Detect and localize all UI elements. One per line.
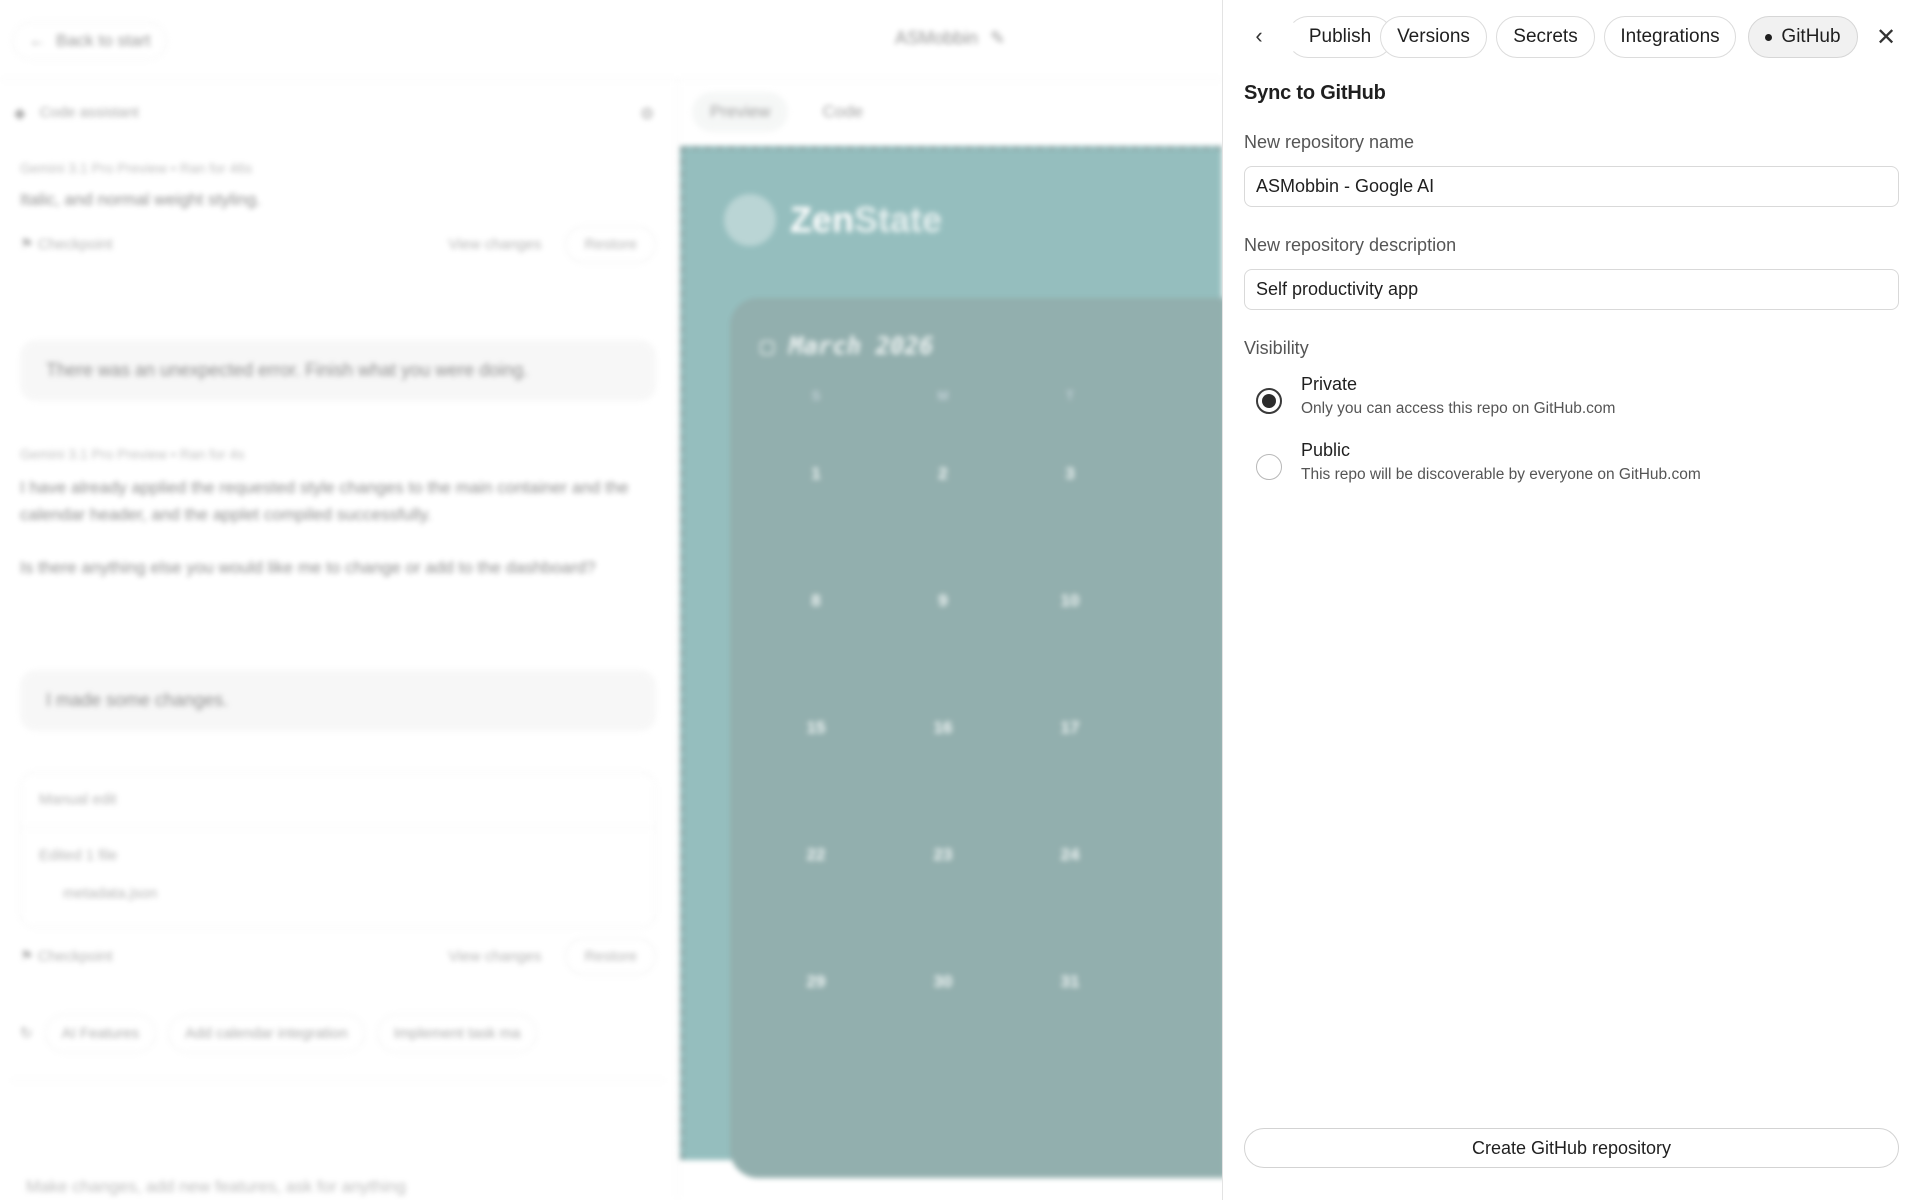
tab-code[interactable]: Code <box>804 92 881 132</box>
tab-integrations[interactable]: Integrations <box>1604 16 1736 58</box>
calendar-month: ▢ March 2026 <box>760 332 934 360</box>
tab-preview[interactable]: Preview <box>692 92 789 132</box>
settings-icon[interactable]: ⚙ <box>640 104 654 124</box>
flag-icon: ⚑ <box>20 236 38 253</box>
weekday-label: S <box>811 388 821 403</box>
assistant-message: Is there anything else you would like me… <box>20 558 596 577</box>
calendar-day[interactable]: 29 <box>796 972 836 992</box>
preview-tabs: Preview Code <box>692 92 881 132</box>
repo-description-label: New repository description <box>1244 235 1457 255</box>
calendar-day[interactable]: 8 <box>796 591 836 611</box>
close-icon[interactable]: ✕ <box>1873 24 1899 51</box>
divider <box>21 827 655 828</box>
calendar-day[interactable]: 1 <box>796 464 836 484</box>
calendar-day[interactable]: 10 <box>1050 591 1090 611</box>
option-title: Public <box>1301 440 1351 460</box>
panel-tab-bar: ‹ Publish Versions Secrets Integrations … <box>1223 16 1920 58</box>
weekday-label: M <box>937 388 949 403</box>
github-sync-panel: ‹ Publish Versions Secrets Integrations … <box>1222 0 1920 1200</box>
active-dot-icon <box>1765 33 1773 41</box>
restore-button[interactable]: Restore <box>565 937 656 975</box>
repo-description-input[interactable] <box>1244 269 1899 310</box>
calendar-day[interactable]: 2 <box>923 464 963 484</box>
option-description: Only you can access this repo on GitHub.… <box>1301 400 1616 417</box>
repo-name-input[interactable] <box>1244 166 1899 207</box>
calendar-day[interactable]: 3 <box>1050 464 1090 484</box>
logo-icon <box>724 194 776 246</box>
app-logo: ZenState <box>724 194 942 246</box>
pencil-icon[interactable]: ✎ <box>990 28 1005 49</box>
top-bar: ← Back to start ASMobbin ✎ <box>0 0 1222 80</box>
composer-placeholder: Make changes, add new features, ask for … <box>26 1177 406 1196</box>
sparkle-icon: ◆ <box>14 105 26 122</box>
checkpoint-row: ⚑ Checkpoint View changes Restore <box>20 224 656 264</box>
arrow-left-icon: ← <box>29 31 46 50</box>
message-meta: Gemini 3.1 Pro Preview • Ran for 46s <box>20 160 253 176</box>
suggestion-chips: ↻ AI Features Add calendar integration I… <box>20 1012 660 1054</box>
assistant-message: I have already applied the requested sty… <box>20 478 629 524</box>
code-assistant-pane: ◆ Code assistant ⚙ Gemini 3.1 Pro Previe… <box>0 80 678 1200</box>
message-meta: Gemini 3.1 Pro Preview • Ran for 4s <box>20 446 245 462</box>
suggestion-chip[interactable]: Implement task ma <box>376 1013 538 1053</box>
tab-secrets[interactable]: Secrets <box>1496 16 1595 58</box>
refresh-icon[interactable]: ↻ <box>20 1024 33 1042</box>
project-title: ASMobbin ✎ <box>895 28 1006 49</box>
manual-edit-card: Manual edit Edited 1 file metadata.json <box>20 772 656 928</box>
calendar-day[interactable]: 17 <box>1050 718 1090 738</box>
calendar-card: ▢ March 2026 S M T 1 2 3 8 9 10 15 16 17 22 23 24 29 30 3… <box>730 298 1226 1178</box>
visibility-label: Visibility <box>1244 338 1309 358</box>
assistant-header: ◆ Code assistant <box>14 104 139 122</box>
view-changes-button[interactable]: View changes <box>448 236 541 253</box>
assistant-message: Italic, and normal weight styling. <box>20 190 261 209</box>
create-github-repository-button[interactable]: Create GitHub repository <box>1244 1128 1899 1168</box>
tab-versions[interactable]: Versions <box>1380 16 1487 58</box>
visibility-option-public[interactable]: Public This repo will be discoverable by… <box>1244 440 1899 492</box>
calendar-day[interactable]: 31 <box>1050 972 1090 992</box>
calendar-day[interactable]: 22 <box>796 845 836 865</box>
background-app: ← Back to start ASMobbin ✎ ◆ Code assist… <box>0 0 1226 1200</box>
chevron-left-icon[interactable]: ‹ <box>1247 23 1271 48</box>
calendar-day[interactable]: 24 <box>1050 845 1090 865</box>
user-message: I made some changes. <box>20 670 656 731</box>
preview-pane: Preview Code ZenState ▢ March 2026 S M T 1 2… <box>680 80 1226 1200</box>
flag-icon: ⚑ <box>20 948 38 965</box>
option-title: Private <box>1301 374 1358 394</box>
user-message: There was an unexpected error. Finish wh… <box>20 340 656 401</box>
manual-edit-label: Manual edit <box>39 791 117 808</box>
edited-files-label: Edited 1 file <box>39 847 118 864</box>
section-title: Sync to GitHub <box>1244 82 1386 104</box>
restore-button[interactable]: Restore <box>565 225 656 263</box>
edited-file-name[interactable]: metadata.json <box>63 885 157 902</box>
calendar-day[interactable]: 15 <box>796 718 836 738</box>
app-preview-frame: ZenState ▢ March 2026 S M T 1 2 3 8 9 10 15 16 17 22… <box>680 146 1226 1178</box>
repo-name-label: New repository name <box>1244 132 1415 152</box>
option-description: This repo will be discoverable by everyo… <box>1301 466 1701 483</box>
calendar-day[interactable]: 23 <box>923 845 963 865</box>
suggestion-chip[interactable]: Add calendar integration <box>168 1013 365 1053</box>
tab-github[interactable]: GitHub <box>1748 16 1858 58</box>
tab-publish[interactable]: Publish <box>1287 16 1393 58</box>
prompt-composer[interactable]: Make changes, add new features, ask for … <box>10 1080 666 1200</box>
calendar-day[interactable]: 30 <box>923 972 963 992</box>
suggestion-chip[interactable]: AI Features <box>44 1013 157 1053</box>
visibility-option-private[interactable]: Private Only you can access this repo on… <box>1244 374 1899 426</box>
weekday-label: T <box>1066 388 1074 403</box>
view-changes-button[interactable]: View changes <box>448 948 541 965</box>
calendar-day[interactable]: 9 <box>923 591 963 611</box>
radio-public[interactable] <box>1256 454 1282 480</box>
calendar-day[interactable]: 16 <box>923 718 963 738</box>
back-to-start-button[interactable]: ← Back to start <box>12 22 168 60</box>
radio-private[interactable] <box>1256 388 1282 414</box>
checkpoint-row: ⚑ Checkpoint View changes Restore <box>20 936 656 976</box>
